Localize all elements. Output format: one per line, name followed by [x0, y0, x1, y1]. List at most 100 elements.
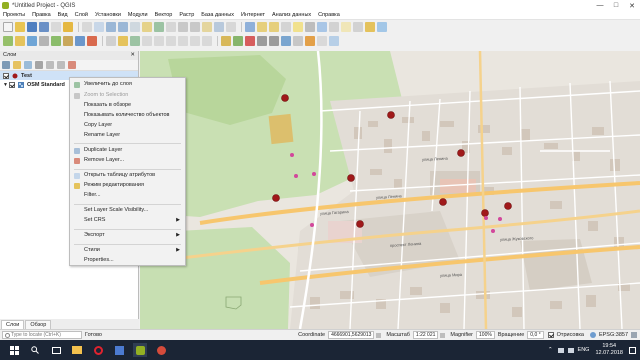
measure-icon[interactable] [305, 22, 315, 32]
render-checkbox[interactable] [547, 332, 554, 338]
zoom-to-layer-icon[interactable] [154, 22, 164, 32]
layer-visibility-checkbox[interactable] [3, 72, 9, 79]
zoom-full-icon[interactable] [130, 22, 140, 32]
explorer-icon[interactable] [70, 343, 84, 357]
add-group-icon[interactable] [13, 61, 21, 69]
maximize-button[interactable]: □ [608, 0, 624, 11]
map-canvas[interactable]: улица Ленина улица Ленина проспект Ленин… [140, 51, 640, 329]
total-commander-icon[interactable] [112, 343, 126, 357]
expression-icon[interactable] [293, 22, 303, 32]
menu-view[interactable]: Вид [58, 12, 68, 18]
expand-arrow-icon[interactable]: ▼ [3, 82, 8, 88]
test-layer-point[interactable] [281, 94, 289, 102]
test-layer-point[interactable] [457, 149, 465, 157]
test-layer-point[interactable] [272, 194, 280, 202]
select-features-icon[interactable] [257, 22, 267, 32]
rotate-label-icon[interactable] [269, 36, 279, 46]
zoom-in-icon[interactable] [106, 22, 116, 32]
remove-layer-icon[interactable] [68, 61, 76, 69]
manage-themes-icon[interactable] [24, 61, 32, 69]
menu-plugins[interactable]: Модули [128, 12, 148, 18]
toggle-editing-icon[interactable] [118, 36, 128, 46]
search-icon[interactable] [28, 343, 42, 357]
ctx-scale-visibility[interactable]: Set Layer Scale Visibility... [70, 206, 185, 215]
opera-icon[interactable] [91, 343, 105, 357]
volume-icon[interactable] [567, 347, 574, 353]
tab-overview[interactable]: Обзор [25, 320, 52, 329]
ctx-show-feature-count[interactable]: Показывать количество объектов [70, 111, 185, 120]
network-icon[interactable] [557, 347, 564, 353]
add-raster-icon[interactable] [63, 36, 73, 46]
tab-layers[interactable]: Слои [1, 320, 25, 329]
map-tips-icon[interactable] [329, 22, 339, 32]
highlight-labels-icon[interactable] [245, 36, 255, 46]
ctx-duplicate-layer[interactable]: Duplicate Layer [70, 146, 185, 155]
menu-raster[interactable]: Растр [179, 12, 194, 18]
print-layout-icon[interactable] [51, 22, 61, 32]
coordinate-field[interactable]: 4666901,5629013 [328, 331, 375, 339]
notifications-icon[interactable] [629, 346, 636, 354]
expand-all-icon[interactable] [46, 61, 54, 69]
show-hide-labels-icon[interactable] [293, 36, 303, 46]
move-label-icon[interactable] [257, 36, 267, 46]
text-annotation-icon[interactable] [353, 22, 363, 32]
save-as-icon[interactable] [39, 22, 49, 32]
qgis-taskbar-icon[interactable] [133, 343, 147, 357]
refresh-icon[interactable] [226, 22, 236, 32]
menu-help[interactable]: Справка [318, 12, 340, 18]
tray-chevron-icon[interactable]: ⌃ [548, 347, 553, 353]
ctx-styles[interactable]: Стили ▶ [70, 246, 185, 255]
new-shapefile-icon[interactable] [15, 36, 25, 46]
save-project-icon[interactable] [27, 22, 37, 32]
lock-icon[interactable] [376, 332, 382, 338]
task-view-icon[interactable] [49, 343, 63, 357]
ctx-set-crs[interactable]: Set CRS ▶ [70, 216, 185, 225]
quickmapservices-icon[interactable] [305, 36, 315, 46]
menu-settings[interactable]: Установки [95, 12, 121, 18]
layer-visibility-checkbox[interactable] [8, 81, 15, 88]
zoom-to-selection-icon[interactable] [142, 22, 152, 32]
zoom-next-icon[interactable] [190, 22, 200, 32]
label-tool-icon[interactable] [221, 36, 231, 46]
search-icon[interactable] [329, 36, 339, 46]
menu-vector[interactable]: Вектор [155, 12, 173, 18]
zoom-last-icon[interactable] [178, 22, 188, 32]
language-indicator[interactable]: ENG [578, 347, 590, 353]
filter-legend-icon[interactable] [35, 61, 43, 69]
copy-features-icon[interactable] [190, 36, 200, 46]
current-edits-icon[interactable] [106, 36, 116, 46]
ctx-open-attribute-table[interactable]: Открыть таблицу атрибутов [70, 171, 185, 180]
paste-features-icon[interactable] [202, 36, 212, 46]
add-vector-icon[interactable] [51, 36, 61, 46]
test-layer-point[interactable] [347, 174, 355, 182]
new-map-view-icon[interactable] [202, 22, 212, 32]
osm-basemap[interactable]: улица Ленина улица Ленина проспект Ленин… [140, 51, 640, 329]
clock[interactable]: 19:54 12.07.2018 [595, 343, 623, 357]
messages-icon[interactable] [631, 332, 637, 338]
scale-combobox[interactable]: 1:22 021 [412, 331, 439, 339]
zoom-out-icon[interactable] [118, 22, 128, 32]
rotation-spinbox[interactable]: 0,0 ° [527, 331, 544, 339]
python-console-icon[interactable] [377, 22, 387, 32]
close-button[interactable]: ✕ [624, 0, 640, 11]
layout-manager-icon[interactable] [63, 22, 73, 32]
ctx-zoom-to-selection[interactable]: Zoom to Selection [70, 91, 185, 100]
ctx-toggle-editing[interactable]: Режим редактирования [70, 181, 185, 190]
add-postgis-icon[interactable] [75, 36, 85, 46]
data-source-manager-icon[interactable] [3, 36, 13, 46]
menu-web[interactable]: Интернет [241, 12, 265, 18]
app-taskbar-icon[interactable] [154, 343, 168, 357]
ctx-remove-layer[interactable]: Remove Layer... [70, 156, 185, 165]
test-layer-point[interactable] [356, 220, 364, 228]
minimize-button[interactable]: — [592, 0, 608, 11]
crs-button[interactable]: EPSG:3857 [599, 332, 628, 338]
lock-scale-icon[interactable] [440, 332, 446, 338]
magnifier-spinbox[interactable]: 100% [476, 331, 495, 339]
label-icon[interactable] [365, 22, 375, 32]
ctx-copy-layer[interactable]: Copy Layer [70, 121, 185, 130]
menu-edit[interactable]: Правка [32, 12, 51, 18]
add-wms-icon[interactable] [87, 36, 97, 46]
vertex-tool-icon[interactable] [154, 36, 164, 46]
locator-search-input[interactable]: Type to locate (Ctrl+K) [2, 331, 82, 339]
collapse-all-icon[interactable] [57, 61, 65, 69]
